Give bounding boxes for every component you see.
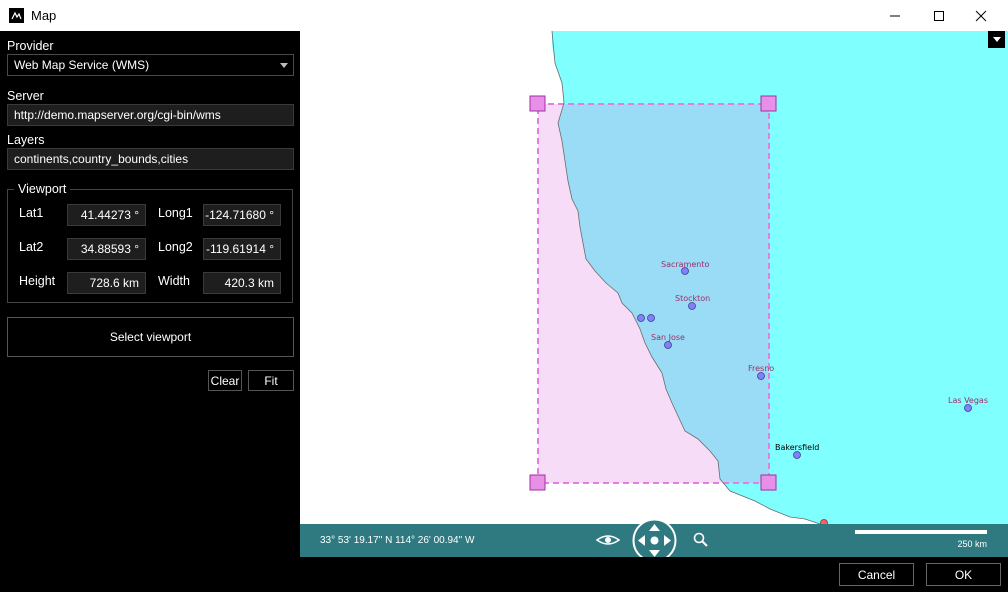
selection-handle-top-right[interactable] [760,95,777,112]
minimize-icon [890,15,900,16]
lat1-input[interactable]: 41.44273 ° [67,204,146,226]
map-status-bar: 33° 53' 19.17" N 114° 26' 00.94" W 250 k… [300,518,1008,563]
cursor-coordinates: 33° 53' 19.17" N 114° 26' 00.94" W [320,535,475,546]
fit-button[interactable]: Fit [248,370,294,391]
long2-label: Long2 [158,240,193,254]
svg-text:San Jose: San Jose [651,333,685,342]
map-layers-menu-button[interactable] [988,31,1005,48]
title-bar: Map [0,0,1008,31]
scale-bar [855,530,987,534]
svg-text:Stockton: Stockton [675,294,710,303]
server-input[interactable]: http://demo.mapserver.org/cgi-bin/wms [7,104,294,126]
svg-text:Las Vegas: Las Vegas [948,396,988,405]
long2-input[interactable]: -119.61914 ° [203,238,281,260]
width-label: Width [158,274,190,288]
viewport-legend: Viewport [14,182,71,196]
ok-button[interactable]: OK [926,563,1001,586]
provider-value: Web Map Service (WMS) [14,58,150,72]
dialog-button-bar: Cancel OK [0,557,1008,592]
window-title: Map [31,8,57,23]
selection-handle-bottom-left[interactable] [529,474,546,491]
selection-handle-top-left[interactable] [529,95,546,112]
layers-input[interactable]: continents,country_bounds,cities [7,148,294,170]
maximize-button[interactable] [916,0,962,31]
viewport-selection[interactable] [537,103,770,484]
lat2-input[interactable]: 34.88593 ° [67,238,146,260]
city-marker[interactable] [637,314,645,322]
layers-label: Layers [7,133,45,147]
scale-label: 250 km [957,539,987,549]
settings-sidebar: Provider Web Map Service (WMS) Server ht… [0,31,300,592]
maximize-icon [934,10,944,21]
close-icon [975,10,987,21]
select-viewport-button[interactable]: Select viewport [7,317,294,357]
clear-button[interactable]: Clear [208,370,242,391]
map-canvas[interactable]: Sacramento Stockton San Jose Fresno Las … [300,31,1008,524]
long1-input[interactable]: -124.71680 ° [203,204,281,226]
provider-dropdown[interactable]: Web Map Service (WMS) [7,54,294,76]
height-value: 728.6 km [67,272,146,294]
minimize-button[interactable] [872,0,918,31]
close-button[interactable] [958,0,1004,31]
chevron-down-icon [992,36,1001,42]
svg-text:Fresno: Fresno [748,364,774,373]
svg-text:Bakersfield: Bakersfield [775,443,819,452]
server-label: Server [7,89,44,103]
selection-handle-bottom-right[interactable] [760,474,777,491]
app-icon [9,8,24,23]
city-marker[interactable] [647,314,655,322]
lat1-label: Lat1 [19,206,44,220]
magnifier-icon[interactable] [693,532,709,548]
lat2-label: Lat2 [19,240,44,254]
cancel-button[interactable]: Cancel [839,563,914,586]
width-value: 420.3 km [203,272,281,294]
long1-label: Long1 [158,206,193,220]
svg-text:Sacramento: Sacramento [661,260,709,269]
height-label: Height [19,274,56,288]
provider-label: Provider [7,39,54,53]
chevron-down-icon [280,63,288,68]
eye-icon[interactable] [595,532,621,548]
